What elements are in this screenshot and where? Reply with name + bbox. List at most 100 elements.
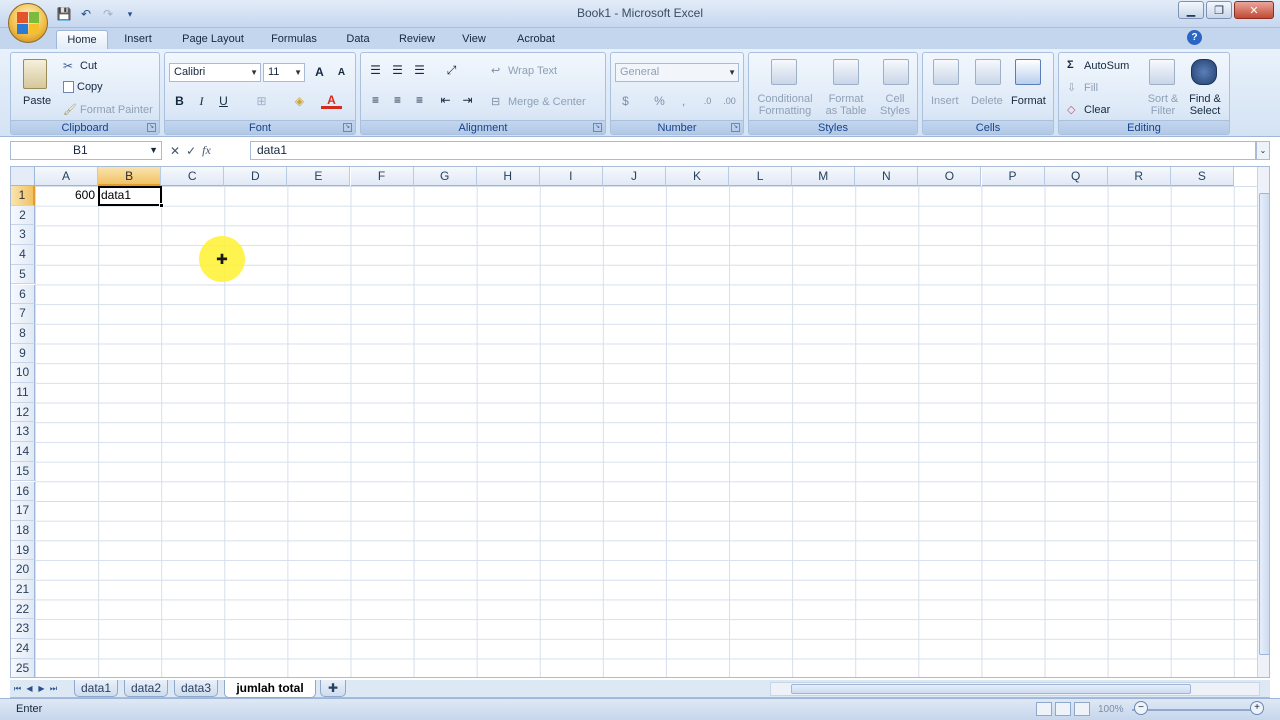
column-header-c[interactable]: C (161, 167, 225, 186)
paste-button[interactable]: Paste (23, 95, 51, 107)
row-header-7[interactable]: 7 (11, 304, 35, 324)
column-header-i[interactable]: I (539, 167, 603, 186)
cut-button[interactable]: ✂ Cut (63, 59, 97, 73)
horizontal-scrollbar[interactable] (770, 682, 1260, 696)
cell-area[interactable]: 600 data1 ✚ (35, 186, 1257, 677)
tab-page-layout[interactable]: Page Layout (172, 30, 254, 49)
column-header-h[interactable]: H (476, 167, 540, 186)
office-button[interactable] (8, 3, 48, 43)
tab-review[interactable]: Review (390, 30, 444, 49)
sheet-tab-data3[interactable]: data3 (174, 680, 218, 697)
autosum-button[interactable]: Σ AutoSum (1067, 59, 1129, 73)
comma-button[interactable]: , (673, 92, 694, 111)
select-all-button[interactable] (11, 167, 35, 186)
format-painter-button[interactable]: 🖌 Format Painter (63, 103, 153, 117)
font-color-button[interactable]: A (321, 92, 342, 109)
decrease-decimal-button[interactable]: .00 (719, 92, 740, 111)
copy-button[interactable]: Copy (63, 81, 103, 94)
row-header-16[interactable]: 16 (11, 481, 35, 502)
increase-indent-icon[interactable]: ⇥ (457, 91, 478, 110)
column-header-g[interactable]: G (413, 167, 477, 186)
tab-data[interactable]: Data (338, 30, 378, 49)
next-sheet-icon[interactable]: ▶ (36, 682, 47, 695)
format-as-table-button[interactable]: Format as Table (819, 93, 873, 117)
normal-view-icon[interactable] (1036, 702, 1052, 716)
orientation-icon[interactable]: ⤢ (441, 61, 462, 80)
merge-center-button[interactable]: ⊟ Merge & Center (491, 95, 586, 109)
row-header-1[interactable]: 1 (11, 186, 35, 206)
row-header-2[interactable]: 2 (11, 205, 35, 226)
grow-font-button[interactable]: A (309, 63, 330, 82)
sheet-tab-jumlah-total[interactable]: jumlah total (224, 680, 316, 698)
sheet-tab-data1[interactable]: data1 (74, 680, 118, 697)
row-header-17[interactable]: 17 (11, 501, 35, 521)
sort-filter-button[interactable]: Sort & Filter (1145, 93, 1181, 117)
align-middle-icon[interactable]: ☰ (387, 61, 408, 80)
zoom-slider[interactable] (1132, 709, 1252, 711)
cell-styles-button[interactable]: Cell Styles (875, 93, 915, 117)
page-break-view-icon[interactable] (1074, 702, 1090, 716)
row-header-4[interactable]: 4 (11, 245, 35, 265)
page-layout-view-icon[interactable] (1055, 702, 1071, 716)
close-button[interactable]: ✕ (1234, 1, 1274, 19)
row-header-22[interactable]: 22 (11, 599, 35, 620)
delete-cells-button[interactable]: Delete (971, 95, 1003, 107)
number-format-combo[interactable]: General ▼ (615, 63, 739, 82)
maximize-button[interactable]: ❐ (1206, 1, 1232, 19)
minimize-button[interactable]: ▁ (1178, 1, 1204, 19)
insert-function-icon[interactable]: fx (202, 143, 211, 158)
row-header-13[interactable]: 13 (11, 422, 35, 443)
column-header-n[interactable]: N (855, 167, 919, 186)
cell-a1[interactable]: 600 (35, 186, 98, 205)
vertical-scroll-thumb[interactable] (1259, 193, 1269, 655)
increase-decimal-button[interactable]: .0 (697, 92, 718, 111)
row-header-20[interactable]: 20 (11, 560, 35, 580)
fill-color-icon[interactable]: ◈ (289, 92, 310, 111)
row-header-12[interactable]: 12 (11, 402, 35, 423)
font-name-combo[interactable]: Calibri ▼ (169, 63, 261, 82)
row-header-14[interactable]: 14 (11, 442, 35, 462)
column-header-p[interactable]: P (981, 167, 1045, 186)
wrap-text-button[interactable]: ↩ Wrap Text (491, 64, 557, 78)
zoom-out-icon[interactable]: − (1134, 701, 1148, 715)
clipboard-launcher-icon[interactable]: ↘ (147, 123, 156, 132)
column-header-k[interactable]: K (666, 167, 730, 186)
row-header-9[interactable]: 9 (11, 343, 35, 364)
percent-button[interactable]: % (649, 92, 670, 111)
clear-button[interactable]: ◇ Clear (1067, 103, 1110, 117)
row-header-21[interactable]: 21 (11, 580, 35, 600)
column-header-r[interactable]: R (1107, 167, 1171, 186)
align-left-icon[interactable]: ≡ (365, 91, 386, 110)
bold-button[interactable]: B (169, 92, 190, 111)
shrink-font-button[interactable]: A (331, 63, 352, 82)
row-header-23[interactable]: 23 (11, 619, 35, 640)
alignment-launcher-icon[interactable]: ↘ (593, 123, 602, 132)
italic-button[interactable]: I (191, 92, 212, 111)
row-header-19[interactable]: 19 (11, 540, 35, 561)
fill-button[interactable]: ⇩ Fill (1067, 81, 1098, 95)
row-header-10[interactable]: 10 (11, 363, 35, 383)
column-header-e[interactable]: E (287, 167, 351, 186)
borders-icon[interactable]: ⊞ (251, 92, 272, 111)
tab-home[interactable]: Home (56, 30, 108, 49)
row-header-24[interactable]: 24 (11, 639, 35, 659)
formula-input[interactable]: data1 (250, 141, 1256, 160)
prev-sheet-icon[interactable]: ◀ (24, 682, 35, 695)
fill-handle[interactable] (159, 203, 164, 208)
horizontal-scroll-thumb[interactable] (791, 684, 1191, 694)
decrease-indent-icon[interactable]: ⇤ (435, 91, 456, 110)
align-center-icon[interactable]: ≡ (387, 91, 408, 110)
currency-button[interactable]: $ (615, 92, 636, 111)
number-launcher-icon[interactable]: ↘ (731, 123, 740, 132)
conditional-formatting-button[interactable]: Conditional Formatting (755, 93, 815, 117)
align-top-icon[interactable]: ☰ (365, 61, 386, 80)
insert-sheet-icon[interactable]: ✚ (320, 680, 346, 697)
row-header-6[interactable]: 6 (11, 284, 35, 305)
column-header-m[interactable]: M (792, 167, 856, 186)
cancel-entry-icon[interactable]: ✕ (170, 144, 180, 158)
row-header-3[interactable]: 3 (11, 225, 35, 246)
confirm-entry-icon[interactable]: ✓ (186, 144, 196, 158)
insert-cells-button[interactable]: Insert (931, 95, 959, 107)
column-header-s[interactable]: S (1170, 167, 1234, 186)
expand-formula-bar-icon[interactable]: ⌄ (1256, 141, 1270, 160)
